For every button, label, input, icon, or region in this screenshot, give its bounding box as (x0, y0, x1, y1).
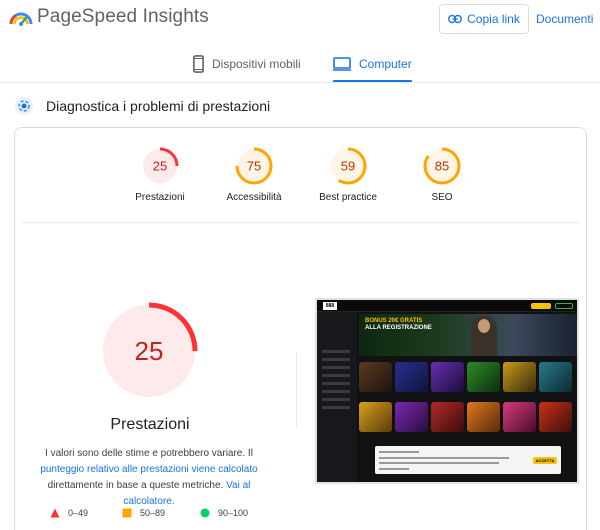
svg-text:85: 85 (435, 159, 449, 174)
legend-fail-range: 0–49 (68, 508, 89, 518)
gauge-performance[interactable]: 25 Prestazioni (115, 146, 205, 203)
score-legend: 0–49 50–89 90–100 (50, 508, 270, 524)
desktop-icon (333, 57, 351, 71)
performance-score-gauge: 25 (100, 302, 198, 400)
pagespeed-logo-icon[interactable] (8, 6, 34, 28)
thumbnail-cookie-banner: ACCETTA (375, 446, 561, 474)
thumbnail-banner: BONUS 20€ GRATIS ALLA REGISTRAZIONE (359, 314, 577, 356)
gauge-seo[interactable]: 85 SEO (397, 146, 487, 203)
gauge-accessibility[interactable]: 75 Accessibilità (209, 146, 299, 203)
description-text-2: direttamente in base a queste metriche. (47, 480, 227, 491)
gauge-accessibility-ring: 75 (235, 147, 273, 185)
tab-mobile[interactable]: Dispositivi mobili (193, 48, 301, 80)
vertical-divider (296, 352, 297, 428)
page-screenshot-thumbnail: 888 BONUS 20€ GRATIS ALLA REGISTRAZIONE (315, 298, 579, 484)
triangle-icon (50, 508, 60, 518)
card-divider (22, 222, 580, 223)
diagnostics-title: Diagnostica i problemi di prestazioni (46, 98, 271, 114)
legend-item-fail: 0–49 (50, 508, 88, 518)
gauge-best-practices[interactable]: 59 Best practice (303, 146, 393, 203)
gauge-best-practices-label: Best practice (319, 192, 377, 203)
copy-link-button[interactable]: Copia link (439, 4, 529, 34)
thumbnail-signup-button (531, 303, 551, 309)
tabs-divider (0, 82, 600, 83)
legend-item-pass: 90–100 (200, 508, 248, 518)
gauge-seo-label: SEO (431, 192, 453, 203)
diagnostics-header: Diagnostica i problemi di prestazioni (14, 96, 270, 116)
thumbnail-sidebar (317, 300, 357, 482)
category-gauges: 25 Prestazioni 75 Accessibilità 59 Best … (115, 146, 461, 216)
square-icon (122, 508, 132, 518)
device-tabs: Dispositivi mobili Computer (0, 48, 600, 83)
gauge-performance-ring: 25 (141, 147, 179, 185)
svg-text:75: 75 (247, 159, 261, 174)
gauge-seo-ring: 85 (423, 147, 461, 185)
gauge-performance-label: Prestazioni (135, 192, 185, 203)
tab-mobile-label: Dispositivi mobili (212, 57, 301, 71)
legend-pass-range: 90–100 (218, 508, 249, 518)
description-text-1: I valori sono delle stime e potrebbero v… (45, 448, 253, 459)
thumbnail-topbar: 888 (317, 300, 577, 312)
thumbnail-banner-line2: ALLA REGISTRAZIONE (365, 325, 432, 331)
thumbnail-accept-button: ACCETTA (533, 457, 557, 464)
performance-description: I valori sono delle stime e potrebbero v… (24, 446, 274, 510)
thumbnail-banner-text: BONUS 20€ GRATIS ALLA REGISTRAZIONE (365, 318, 432, 332)
diagnostics-icon (15, 97, 33, 115)
performance-title: Prestazioni (110, 416, 190, 433)
header: PageSpeed Insights Copia link Documenti (0, 0, 600, 38)
legend-item-average: 50–89 (122, 508, 165, 518)
tab-desktop-label: Computer (359, 57, 412, 71)
gauge-best-practices-ring: 59 (329, 147, 367, 185)
svg-text:25: 25 (153, 159, 167, 174)
svg-text:59: 59 (341, 159, 355, 174)
performance-score-value: 25 (135, 336, 164, 366)
score-calculation-link[interactable]: punteggio relativo alle prestazioni vien… (40, 464, 257, 475)
thumbnail-logo: 888 (323, 302, 337, 310)
thumbnail-game-grid (359, 362, 577, 442)
smartphone-icon (193, 55, 204, 73)
app-title: PageSpeed Insights (37, 6, 209, 27)
circle-icon (200, 508, 210, 518)
tab-desktop[interactable]: Computer (333, 48, 412, 83)
copy-link-label: Copia link (467, 12, 520, 26)
link-icon (448, 14, 463, 24)
thumbnail-login-button (555, 303, 573, 309)
gauge-accessibility-label: Accessibilità (226, 192, 282, 203)
legend-average-range: 50–89 (140, 508, 166, 518)
docs-link[interactable]: Documenti (536, 12, 593, 26)
thumbnail-banner-line1: BONUS 20€ GRATIS (365, 318, 423, 324)
